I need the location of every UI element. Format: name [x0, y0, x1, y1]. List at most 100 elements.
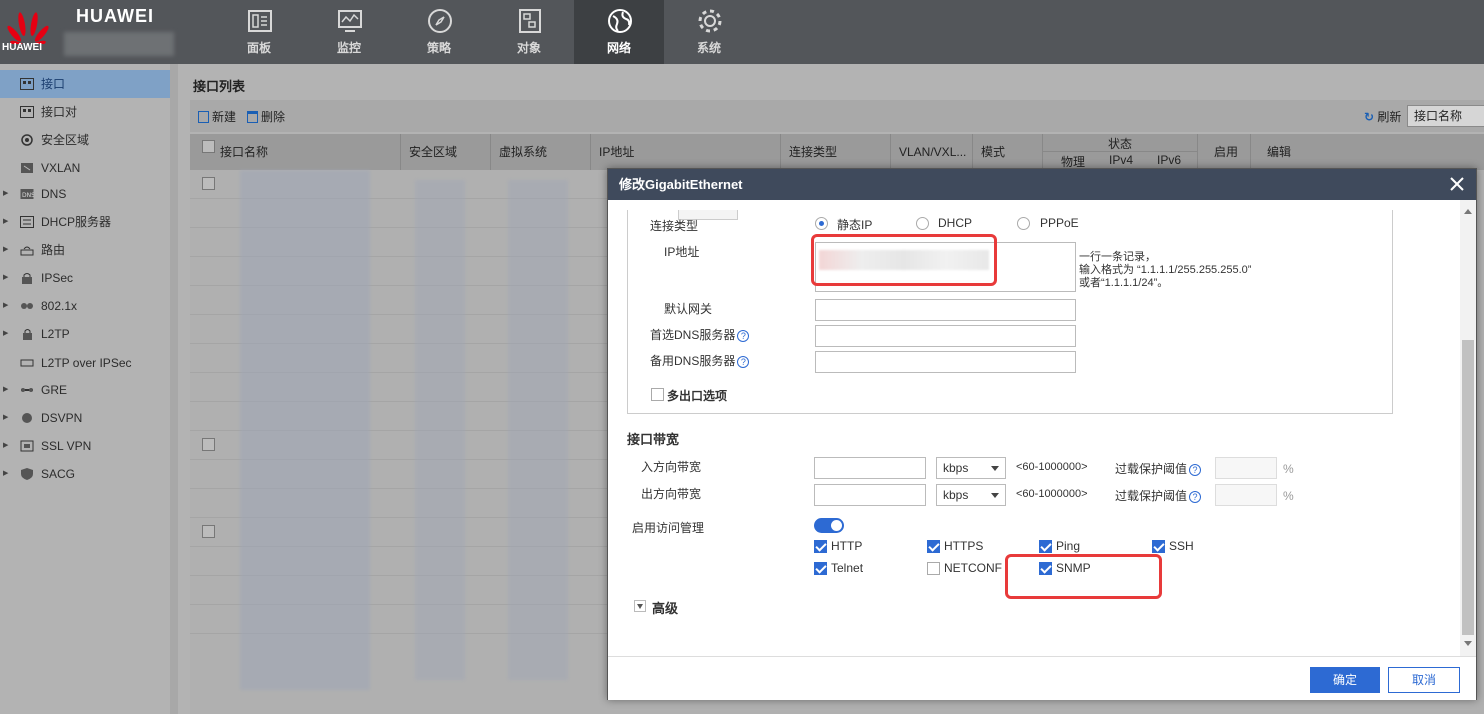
new-button[interactable]: 新建	[198, 108, 236, 125]
sidebar-item-label: SACG	[41, 467, 76, 481]
expand-arrow-icon[interactable]: ▶	[3, 264, 8, 292]
advanced-expand-icon[interactable]	[634, 600, 646, 612]
sidebar-item-dns[interactable]: ▶ DNS DNS	[0, 180, 170, 208]
cancel-button[interactable]: 取消	[1388, 667, 1460, 693]
row-checkbox[interactable]	[202, 438, 215, 451]
header-vlan[interactable]: VLAN/VXL...	[890, 134, 972, 170]
sidebar: 接口 接口对 安全区域 VXLAN ▶ DNS DNS ▶ DHCP服务器 ▶ …	[0, 64, 170, 714]
radio-static-ip[interactable]	[815, 217, 828, 230]
radio-dhcp[interactable]	[916, 217, 929, 230]
sidebar-item-interface[interactable]: 接口	[0, 70, 170, 98]
service-ping-checkbox[interactable]	[1039, 540, 1052, 553]
service-ssh-label: SSH	[1169, 539, 1194, 553]
service-telnet-label: Telnet	[831, 561, 864, 575]
new-label: 新建	[212, 110, 237, 124]
row-checkbox[interactable]	[202, 177, 215, 190]
in-bandwidth-unit-select[interactable]: kbps	[936, 457, 1006, 479]
toolbar: 新建 删除 ↻ 刷新 接口名称	[190, 100, 1484, 132]
page-title: 接口列表	[193, 79, 246, 94]
multi-exit-checkbox[interactable]	[651, 388, 664, 401]
security-zone-icon	[21, 134, 33, 146]
nav-policy[interactable]: 策略	[394, 0, 484, 64]
search-field-select[interactable]: 接口名称	[1407, 105, 1484, 127]
interface-icon	[20, 78, 34, 90]
expand-arrow-icon[interactable]: ▶	[3, 376, 8, 404]
sidebar-item-l2tp[interactable]: ▶ L2TP	[0, 320, 170, 348]
help-icon[interactable]: ?	[737, 356, 750, 368]
scroll-down-icon[interactable]	[1464, 641, 1472, 646]
service-ping-label: Ping	[1056, 539, 1081, 553]
expand-arrow-icon[interactable]: ▶	[3, 320, 8, 348]
header-conn-type[interactable]: 连接类型	[780, 134, 890, 170]
row-checkbox[interactable]	[202, 525, 215, 538]
out-bandwidth-input[interactable]	[814, 484, 926, 506]
nav-label: 网络	[606, 41, 631, 55]
sidebar-item-8021x[interactable]: ▶ 802.1x	[0, 292, 170, 320]
service-ssh-checkbox[interactable]	[1152, 540, 1165, 553]
sidebar-item-vxlan[interactable]: VXLAN	[0, 154, 170, 182]
sidebar-item-gre[interactable]: ▶ GRE	[0, 376, 170, 404]
service-https-checkbox[interactable]	[927, 540, 940, 553]
close-icon[interactable]	[1448, 175, 1466, 193]
sidebar-item-l2tp-over-ipsec[interactable]: L2TP over IPSec	[0, 349, 170, 377]
out-bandwidth-unit-select[interactable]: kbps	[936, 484, 1006, 506]
ssl-vpn-icon	[20, 440, 34, 452]
header-vsys[interactable]: 虚拟系统	[490, 134, 590, 170]
in-bandwidth-input[interactable]	[814, 457, 926, 479]
service-telnet-checkbox[interactable]	[814, 562, 827, 575]
header-name[interactable]: 接口名称	[190, 134, 400, 170]
expand-arrow-icon[interactable]: ▶	[3, 292, 8, 320]
nav-object[interactable]: 对象	[484, 0, 574, 64]
expand-arrow-icon[interactable]: ▶	[3, 460, 8, 488]
help-icon[interactable]: ?	[737, 330, 750, 342]
radio-pppoe[interactable]	[1017, 217, 1030, 230]
sidebar-item-ipsec[interactable]: ▶ IPSec	[0, 264, 170, 292]
dns2-input[interactable]	[815, 351, 1076, 373]
sidebar-item-ssl-vpn[interactable]: ▶ SSL VPN	[0, 432, 170, 460]
header-mode[interactable]: 模式	[972, 134, 1042, 170]
sidebar-item-label: GRE	[41, 383, 68, 397]
delete-button[interactable]: 删除	[247, 108, 285, 125]
service-netconf-checkbox[interactable]	[927, 562, 940, 575]
sidebar-item-sacg[interactable]: ▶ SACG	[0, 460, 170, 488]
nav-system[interactable]: 系统	[664, 0, 754, 64]
sidebar-item-dhcp-server[interactable]: ▶ DHCP服务器	[0, 208, 170, 236]
out-bandwidth-label: 出方向带宽	[641, 487, 702, 501]
select-all-checkbox[interactable]	[202, 140, 215, 153]
header-zone[interactable]: 安全区域	[400, 134, 490, 170]
sidebar-splitter[interactable]	[170, 64, 178, 714]
nav-dashboard[interactable]: 面板	[214, 0, 304, 64]
expand-arrow-icon[interactable]: ▶	[3, 404, 8, 432]
gateway-input[interactable]	[815, 299, 1076, 321]
sidebar-item-dsvpn[interactable]: ▶ DSVPN	[0, 404, 170, 432]
expand-arrow-icon[interactable]: ▶	[3, 236, 8, 264]
expand-arrow-icon[interactable]: ▶	[3, 432, 8, 460]
nav-label: 对象	[516, 41, 541, 55]
help-icon[interactable]: ?	[1189, 464, 1202, 476]
service-http-checkbox[interactable]	[814, 540, 827, 553]
dialog-scrollbar[interactable]	[1460, 200, 1476, 656]
out-overload-input[interactable]	[1215, 484, 1277, 506]
sidebar-item-interface-pair[interactable]: 接口对	[0, 98, 170, 126]
access-management-toggle[interactable]	[814, 518, 844, 533]
ok-button[interactable]: 确定	[1310, 667, 1380, 693]
expand-arrow-icon[interactable]: ▶	[3, 180, 8, 208]
nav-network[interactable]: 网络	[574, 0, 664, 64]
expand-arrow-icon[interactable]: ▶	[3, 208, 8, 236]
percent-sign: %	[1283, 489, 1294, 503]
in-overload-input[interactable]	[1215, 457, 1277, 479]
nav-monitor[interactable]: 监控	[304, 0, 394, 64]
sidebar-item-security-zone[interactable]: 安全区域	[0, 126, 170, 154]
sidebar-item-routing[interactable]: ▶ 路由	[0, 236, 170, 264]
sidebar-item-label: SSL VPN	[41, 439, 92, 453]
dns2-label: 备用DNS服务器	[650, 354, 736, 368]
dns1-input[interactable]	[815, 325, 1076, 347]
header-ip[interactable]: IP地址	[590, 134, 780, 170]
help-icon[interactable]: ?	[1189, 491, 1202, 503]
scroll-up-icon[interactable]	[1464, 209, 1472, 214]
dns1-label: 首选DNS服务器	[650, 328, 736, 342]
huawei-logo: HUAWEI	[0, 0, 60, 64]
refresh-button[interactable]: ↻ 刷新	[1364, 108, 1401, 125]
scrollbar-thumb[interactable]	[1462, 340, 1474, 635]
advanced-section-label[interactable]: 高级	[652, 598, 678, 617]
